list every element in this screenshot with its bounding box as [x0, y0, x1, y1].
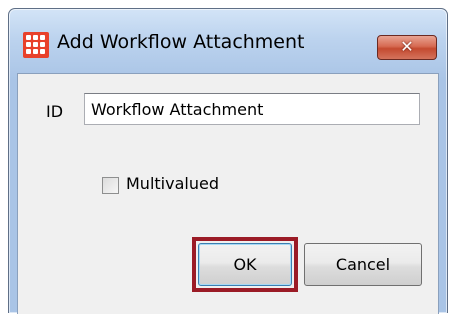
window-title: Add Workflow Attachment [57, 31, 305, 53]
ok-button[interactable]: OK [198, 243, 292, 286]
id-input[interactable] [84, 93, 420, 125]
id-label: ID [46, 102, 64, 121]
dialog-window: Add Workflow Attachment ✕ ID Multivalued… [8, 8, 448, 314]
dialog-body: ID Multivalued OK Cancel [17, 73, 439, 314]
title-bar[interactable]: Add Workflow Attachment ✕ [9, 9, 447, 73]
close-button[interactable]: ✕ [377, 35, 437, 60]
cancel-button[interactable]: Cancel [304, 243, 422, 286]
multivalued-checkbox[interactable] [102, 177, 119, 194]
app-grid-icon [23, 32, 49, 58]
close-icon: ✕ [400, 37, 414, 56]
multivalued-label: Multivalued [126, 174, 219, 193]
